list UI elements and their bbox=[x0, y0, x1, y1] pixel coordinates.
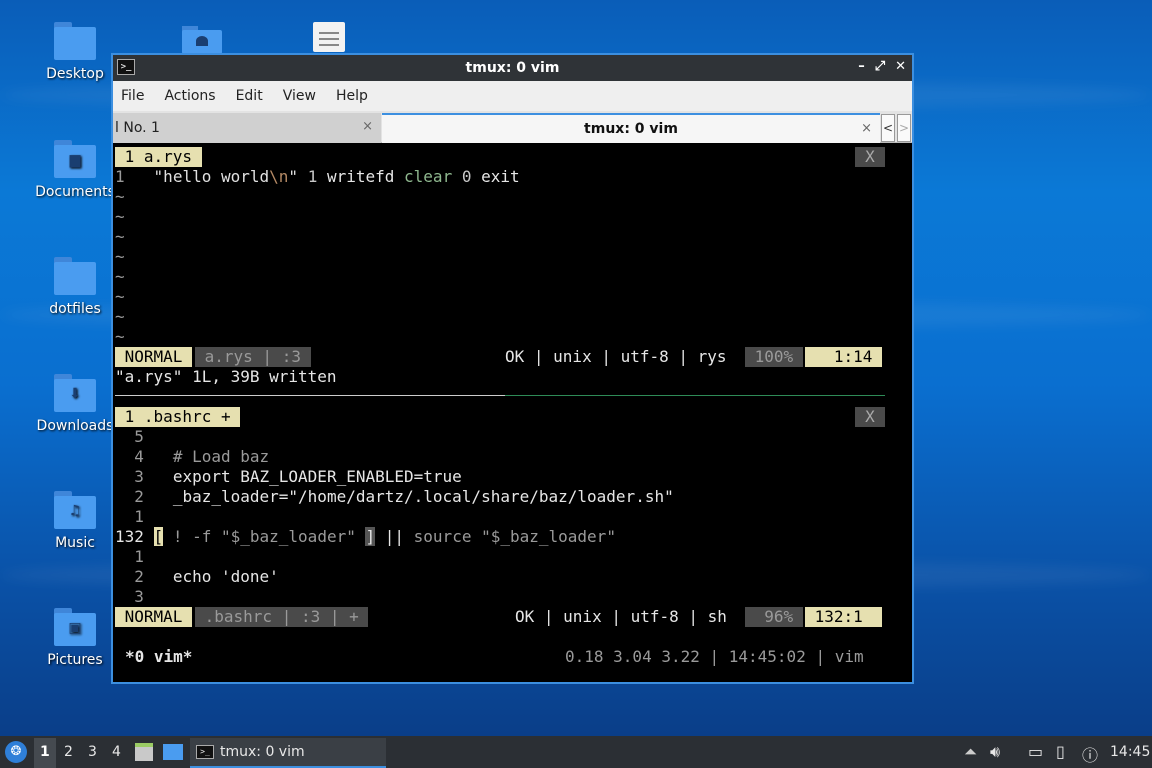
pictures-folder-icon: ▣ bbox=[54, 608, 96, 646]
tilde-line: ~ bbox=[115, 287, 125, 306]
tilde-line: ~ bbox=[115, 247, 125, 266]
pane2-percent: 96% bbox=[745, 607, 803, 627]
code-line: 2 _baz_loader="/home/dartz/.local/share/… bbox=[115, 487, 674, 506]
code-line-current: 132 [ ! -f "$_baz_loader" ] || source "$… bbox=[115, 527, 616, 546]
start-menu-icon[interactable]: ❂ bbox=[5, 741, 27, 763]
desktop-icon-dotfiles[interactable]: dotfiles bbox=[35, 257, 115, 317]
pane1-file-status: a.rys | :3 bbox=[195, 347, 311, 367]
desktop-icon-label: Desktop bbox=[46, 66, 104, 82]
clipboard-icon[interactable]: ▯ bbox=[1056, 742, 1065, 761]
task-label: tmux: 0 vim bbox=[220, 744, 305, 760]
tab-scroll-left-icon[interactable]: < bbox=[881, 114, 895, 142]
code-line: 5 bbox=[115, 427, 144, 446]
tmux-status-right: 0.18 3.04 3.22 | 14:45:02 | vim bbox=[565, 647, 864, 666]
workspace-2[interactable]: 2 bbox=[64, 744, 73, 760]
tab-label: tmux: 0 vim bbox=[584, 121, 678, 137]
code-line: 1 bbox=[115, 507, 144, 526]
window-title: tmux: 0 vim bbox=[465, 60, 560, 76]
pane2-buffer-tab[interactable]: 1 .bashrc + bbox=[115, 407, 241, 427]
desktop-icon-downloads[interactable]: ⬇ Downloads bbox=[35, 374, 115, 434]
text-cursor: [ bbox=[153, 527, 164, 546]
tilde-line: ~ bbox=[115, 307, 125, 326]
taskbar: ❂ 1 2 3 4 >_ tmux: 0 vim ⏶ 🔊︎ ▭ ▯ ⓘ 14:4… bbox=[0, 736, 1152, 768]
terminal-window: >_ tmux: 0 vim – ⤢ ✕ File Actions Edit V… bbox=[111, 53, 914, 684]
notification-icon[interactable]: ⓘ bbox=[1082, 742, 1098, 766]
pane-divider[interactable] bbox=[115, 395, 885, 396]
pane2-status-right: OK | unix | utf-8 | sh bbox=[515, 607, 737, 626]
folder-icon bbox=[54, 257, 96, 295]
tab-terminal-1[interactable]: l No. 1 × bbox=[113, 113, 381, 143]
downloads-folder-icon: ⬇ bbox=[54, 374, 96, 412]
pane1-status-right: OK | unix | utf-8 | rys bbox=[505, 347, 737, 366]
code-line: 3 bbox=[115, 587, 144, 606]
minimize-icon[interactable]: – bbox=[858, 59, 865, 74]
menu-file[interactable]: File bbox=[121, 88, 144, 104]
show-desktop-icon[interactable] bbox=[163, 744, 183, 760]
terminal-icon: >_ bbox=[196, 745, 214, 759]
pane1-percent: 100% bbox=[745, 347, 803, 367]
terminal-content[interactable]: 1 a.rys X 1 "hello world\n" 1 writefd cl… bbox=[113, 145, 912, 682]
window-titlebar[interactable]: >_ tmux: 0 vim – ⤢ ✕ bbox=[113, 55, 912, 81]
pane2-close-button[interactable]: X bbox=[855, 407, 885, 427]
close-icon[interactable]: ✕ bbox=[895, 59, 906, 74]
tilde-line: ~ bbox=[115, 207, 125, 226]
workspace-4[interactable]: 4 bbox=[112, 744, 121, 760]
menu-edit[interactable]: Edit bbox=[236, 88, 263, 104]
desktop-icon-desktop[interactable]: Desktop bbox=[35, 22, 115, 82]
pane1-position: 1:14 bbox=[805, 347, 883, 367]
network-icon[interactable]: ▭ bbox=[1028, 742, 1043, 761]
tab-label: l No. 1 bbox=[115, 120, 160, 136]
menu-help[interactable]: Help bbox=[336, 88, 368, 104]
task-tmux[interactable]: >_ tmux: 0 vim bbox=[190, 738, 386, 768]
menu-bar: File Actions Edit View Help bbox=[113, 81, 912, 111]
tilde-line: ~ bbox=[115, 227, 125, 246]
desktop-icon-label: dotfiles bbox=[49, 301, 101, 317]
desktop-icon-documents[interactable]: ▆ Documents bbox=[35, 140, 115, 200]
menu-actions[interactable]: Actions bbox=[164, 88, 215, 104]
tmux-window-list[interactable]: *0 vim* bbox=[125, 647, 192, 667]
tab-scroll-right-icon[interactable]: > bbox=[897, 114, 911, 142]
clock[interactable]: 14:45 bbox=[1110, 744, 1150, 760]
volume-icon[interactable]: 🔊︎ bbox=[990, 742, 1000, 762]
pane2-mode: NORMAL bbox=[115, 607, 193, 627]
desktop-icon-label: Pictures bbox=[47, 652, 103, 668]
tilde-line: ~ bbox=[115, 327, 125, 346]
music-folder-icon: ♫ bbox=[54, 491, 96, 529]
tab-close-icon[interactable]: × bbox=[861, 121, 872, 136]
tilde-line: ~ bbox=[115, 267, 125, 286]
pane1-message: "a.rys" 1L, 39B written bbox=[115, 367, 337, 386]
documents-folder-icon: ▆ bbox=[54, 140, 96, 178]
desktop-icon-label: Music bbox=[55, 535, 95, 551]
tray-up-icon[interactable]: ⏶ bbox=[964, 742, 977, 762]
desktop-icon-pictures[interactable]: ▣ Pictures bbox=[35, 608, 115, 668]
code-line: 2 echo 'done' bbox=[115, 567, 279, 586]
pane2-position: 132:1 bbox=[805, 607, 883, 627]
tab-bar: l No. 1 × tmux: 0 vim × < > bbox=[113, 111, 912, 143]
desktop-icon-label: Documents bbox=[35, 184, 115, 200]
pane1-mode: NORMAL bbox=[115, 347, 193, 367]
maximize-icon[interactable]: ⤢ bbox=[875, 59, 885, 74]
tab-tmux[interactable]: tmux: 0 vim × bbox=[382, 113, 880, 143]
menu-view[interactable]: View bbox=[283, 88, 316, 104]
tab-close-icon[interactable]: × bbox=[362, 119, 373, 134]
pane1-close-button[interactable]: X bbox=[855, 147, 885, 167]
tilde-line: ~ bbox=[115, 187, 125, 206]
file-manager-icon[interactable] bbox=[135, 743, 153, 761]
pane1-buffer-tab[interactable]: 1 a.rys bbox=[115, 147, 202, 167]
pane1-code-line: 1 "hello world\n" 1 writefd clear 0 exit bbox=[115, 167, 520, 186]
code-line: 4 # Load baz bbox=[115, 447, 270, 466]
desktop-icon-label: Downloads bbox=[36, 418, 114, 434]
workspace-3[interactable]: 3 bbox=[88, 744, 97, 760]
folder-icon bbox=[54, 22, 96, 60]
workspace-1[interactable]: 1 bbox=[40, 744, 50, 760]
text-file-icon[interactable] bbox=[313, 22, 345, 52]
code-line: 3 export BAZ_LOADER_ENABLED=true bbox=[115, 467, 462, 486]
desktop-icon-music[interactable]: ♫ Music bbox=[35, 491, 115, 551]
home-folder-icon[interactable] bbox=[182, 26, 222, 54]
pane2-file-status: .bashrc | :3 | + bbox=[195, 607, 369, 627]
code-line: 1 bbox=[115, 547, 144, 566]
